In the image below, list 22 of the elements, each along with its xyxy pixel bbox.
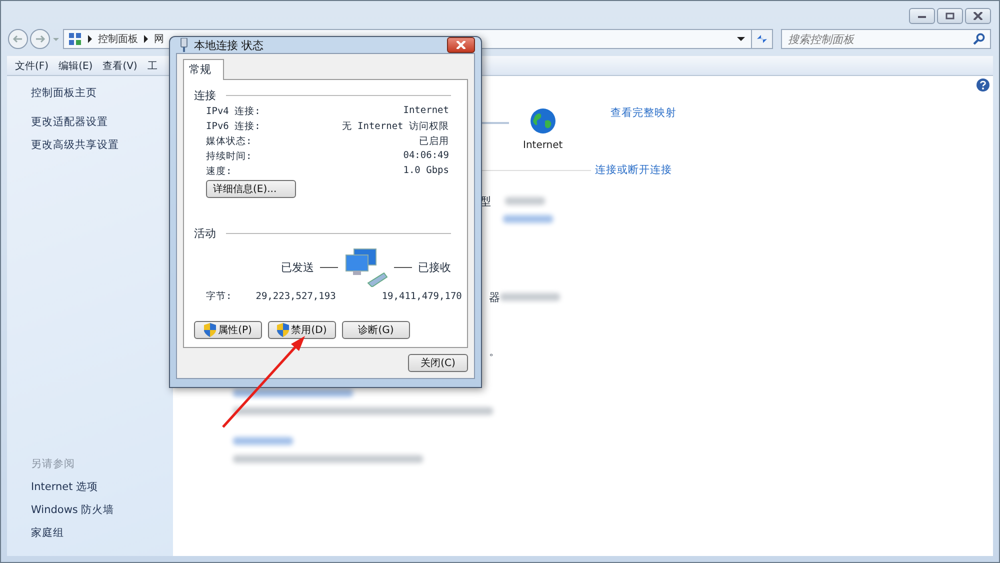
field-label: 速度:	[206, 165, 232, 178]
field-value: 1.0 Gbps	[403, 165, 449, 178]
field-label: IPv4 连接:	[206, 105, 260, 118]
group-heading: 连接	[194, 88, 216, 103]
field-label: IPv6 连接:	[206, 120, 260, 133]
text-fragment: 器	[489, 290, 500, 304]
field-value: 已启用	[419, 135, 449, 148]
bytes-received: 19,411,479,170	[382, 290, 462, 302]
node-label: Internet	[523, 140, 563, 151]
field-label: 持续时间:	[206, 150, 252, 163]
bytes-label: 字节:	[206, 290, 232, 302]
field-value: Internet	[403, 105, 449, 118]
text-fragment: 。	[489, 344, 500, 358]
sent-label: 已发送	[281, 260, 314, 274]
field-value: 无 Internet 访问权限	[342, 120, 449, 133]
dialog-title: 本地连接 状态	[194, 38, 264, 52]
field-label: 媒体状态:	[206, 135, 252, 148]
bytes-sent: 29,223,527,193	[256, 290, 336, 302]
received-label: 已接收	[418, 260, 451, 274]
field-value: 04:06:49	[403, 150, 449, 163]
see-also-heading: 另请参阅	[31, 457, 75, 471]
group-heading: 活动	[194, 226, 216, 241]
